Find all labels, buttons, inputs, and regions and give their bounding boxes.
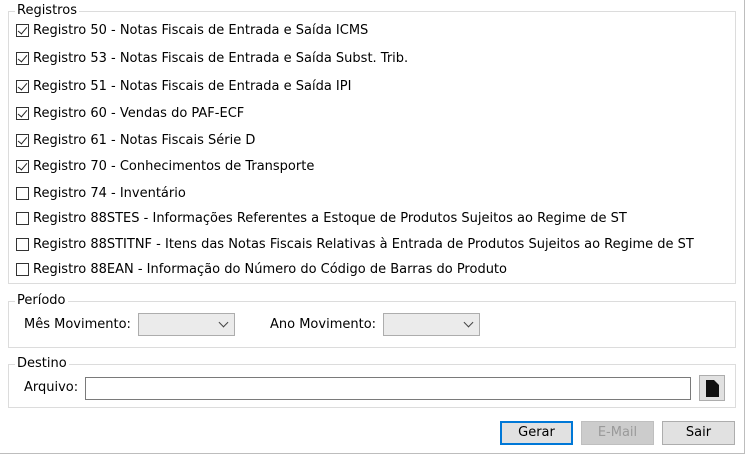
periodo-legend: Período — [17, 293, 66, 308]
checkbox-label: Registro 88STES - Informações Referentes… — [33, 210, 627, 226]
sair-button[interactable]: Sair — [662, 421, 735, 445]
checkbox-registro-88ean[interactable]: Registro 88EAN - Informação do Número do… — [16, 260, 507, 278]
registros-legend: Registros — [17, 3, 77, 18]
checkbox-label: Registro 74 - Inventário — [33, 185, 186, 201]
checkbox-registro-51[interactable]: Registro 51 - Notas Fiscais de Entrada e… — [16, 77, 351, 95]
checkbox-label: Registro 88EAN - Informação do Número do… — [33, 261, 507, 277]
checkbox-registro-53[interactable]: Registro 53 - Notas Fiscais de Entrada e… — [16, 49, 408, 67]
gerar-button[interactable]: Gerar — [500, 421, 573, 445]
checkbox-box[interactable] — [16, 237, 29, 251]
checkbox-label: Registro 60 - Vendas do PAF-ECF — [33, 105, 245, 121]
checkbox-registro-60[interactable]: Registro 60 - Vendas do PAF-ECF — [16, 104, 244, 122]
checkbox-label: Registro 53 - Notas Fiscais de Entrada e… — [33, 50, 409, 66]
chevron-down-icon — [218, 317, 229, 328]
chevron-down-icon — [463, 317, 474, 328]
mes-movimento-select[interactable] — [138, 313, 235, 336]
checkbox-registro-50[interactable]: Registro 50 - Notas Fiscais de Entrada e… — [16, 21, 368, 39]
checkbox-registro-61[interactable]: Registro 61 - Notas Fiscais Série D — [16, 131, 255, 149]
arquivo-label: Arquivo: — [24, 380, 79, 395]
checkbox-box[interactable] — [16, 159, 29, 173]
checkbox-box[interactable] — [16, 133, 29, 147]
checkbox-box[interactable] — [16, 51, 29, 65]
browse-file-button[interactable] — [699, 375, 725, 401]
checkbox-registro-88stes[interactable]: Registro 88STES - Informações Referentes… — [16, 209, 627, 227]
checkbox-registro-74[interactable]: Registro 74 - Inventário — [16, 184, 186, 202]
checkbox-registro-70[interactable]: Registro 70 - Conhecimentos de Transport… — [16, 157, 314, 175]
checkbox-box[interactable] — [16, 106, 29, 120]
export-dialog: Registros Registro 50 - Notas Fiscais de… — [0, 0, 745, 454]
checkbox-label: Registro 61 - Notas Fiscais Série D — [33, 132, 256, 148]
checkbox-box[interactable] — [16, 262, 29, 276]
checkbox-registro-88stitnf[interactable]: Registro 88STITNF - Itens das Notas Fisc… — [16, 235, 694, 253]
ano-movimento-select[interactable] — [383, 313, 480, 336]
checkbox-box[interactable] — [16, 23, 29, 37]
checkbox-label: Registro 70 - Conhecimentos de Transport… — [33, 158, 315, 174]
checkbox-label: Registro 51 - Notas Fiscais de Entrada e… — [33, 78, 352, 94]
checkbox-label: Registro 50 - Notas Fiscais de Entrada e… — [33, 22, 369, 38]
checkbox-box[interactable] — [16, 79, 29, 93]
checkbox-box[interactable] — [16, 211, 29, 225]
document-icon — [706, 380, 719, 397]
mes-movimento-label: Mês Movimento: — [24, 317, 131, 332]
destino-legend: Destino — [17, 356, 67, 371]
checkbox-box[interactable] — [16, 186, 29, 200]
arquivo-input[interactable] — [85, 377, 691, 400]
checkbox-label: Registro 88STITNF - Itens das Notas Fisc… — [33, 236, 694, 252]
email-button[interactable]: E-Mail — [581, 421, 654, 445]
ano-movimento-label: Ano Movimento: — [270, 317, 377, 332]
